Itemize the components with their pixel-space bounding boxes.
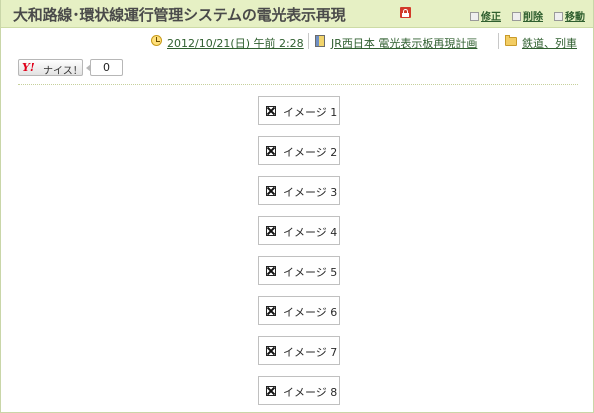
edit-link[interactable]: 修正 bbox=[470, 8, 501, 23]
image-alt-text: イメージ 6 bbox=[283, 306, 338, 319]
post-datetime-link[interactable]: 2012/10/21(日) 午前 2:28 bbox=[167, 35, 304, 51]
meta-divider bbox=[308, 33, 309, 49]
article-title: 大和路線･環状線運行管理システムの電光表示再現 bbox=[13, 6, 346, 24]
image-alt-text: イメージ 2 bbox=[283, 146, 338, 159]
delete-label: 削除 bbox=[523, 12, 543, 23]
image-alt-text: イメージ 3 bbox=[283, 186, 338, 199]
broken-image-icon bbox=[266, 146, 276, 156]
edit-label: 修正 bbox=[481, 12, 501, 23]
folder-icon bbox=[505, 35, 517, 46]
image-alt-text: イメージ 5 bbox=[283, 266, 338, 279]
nice-count: 0 bbox=[86, 59, 123, 76]
broken-image-icon bbox=[266, 346, 276, 356]
meta-divider bbox=[498, 33, 499, 49]
broken-image-icon bbox=[266, 106, 276, 116]
image-alt-text: イメージ 4 bbox=[283, 226, 338, 239]
clock-icon bbox=[151, 35, 162, 46]
category-label: 鉄道、列車 bbox=[522, 37, 577, 50]
edit-icon bbox=[470, 12, 479, 21]
broken-image-icon bbox=[266, 306, 276, 316]
delete-link[interactable]: 削除 bbox=[512, 8, 543, 23]
divider bbox=[18, 84, 578, 85]
broken-image-icon bbox=[266, 266, 276, 276]
theme-label: JR西日本 電光表示板再現計画 bbox=[331, 37, 478, 50]
article-image[interactable]: イメージ 3 bbox=[258, 176, 340, 205]
article-image[interactable]: イメージ 6 bbox=[258, 296, 340, 325]
image-alt-text: イメージ 7 bbox=[283, 346, 338, 359]
article-image[interactable]: イメージ 5 bbox=[258, 256, 340, 285]
nice-button[interactable]: Y! ナイス！ bbox=[18, 59, 83, 77]
article-image[interactable]: イメージ 8 bbox=[258, 376, 340, 405]
image-alt-text: イメージ 8 bbox=[283, 386, 338, 399]
image-alt-text: イメージ 1 bbox=[283, 106, 338, 119]
article-image[interactable]: イメージ 7 bbox=[258, 336, 340, 365]
category-link[interactable]: 鉄道、列車 bbox=[522, 35, 577, 51]
article-image[interactable]: イメージ 2 bbox=[258, 136, 340, 165]
blog-article: 大和路線･環状線運行管理システムの電光表示再現 修正 削除 移動 2012/10… bbox=[0, 0, 594, 413]
nice-label: ナイス！ bbox=[43, 66, 83, 77]
theme-book-icon bbox=[315, 35, 325, 47]
move-icon bbox=[554, 12, 563, 21]
article-image[interactable]: イメージ 1 bbox=[258, 96, 340, 125]
delete-icon bbox=[512, 12, 521, 21]
move-link[interactable]: 移動 bbox=[554, 8, 585, 23]
article-title-bar: 大和路線･環状線運行管理システムの電光表示再現 修正 削除 移動 bbox=[1, 0, 593, 28]
yahoo-logo-icon: Y! bbox=[22, 61, 35, 74]
theme-link[interactable]: JR西日本 電光表示板再現計画 bbox=[331, 35, 477, 51]
broken-image-icon bbox=[266, 226, 276, 236]
broken-image-icon bbox=[266, 386, 276, 396]
article-image[interactable]: イメージ 4 bbox=[258, 216, 340, 245]
move-label: 移動 bbox=[565, 12, 585, 23]
lock-icon bbox=[400, 7, 411, 18]
broken-image-icon bbox=[266, 186, 276, 196]
post-datetime: 2012/10/21(日) 午前 2:28 bbox=[167, 37, 304, 50]
